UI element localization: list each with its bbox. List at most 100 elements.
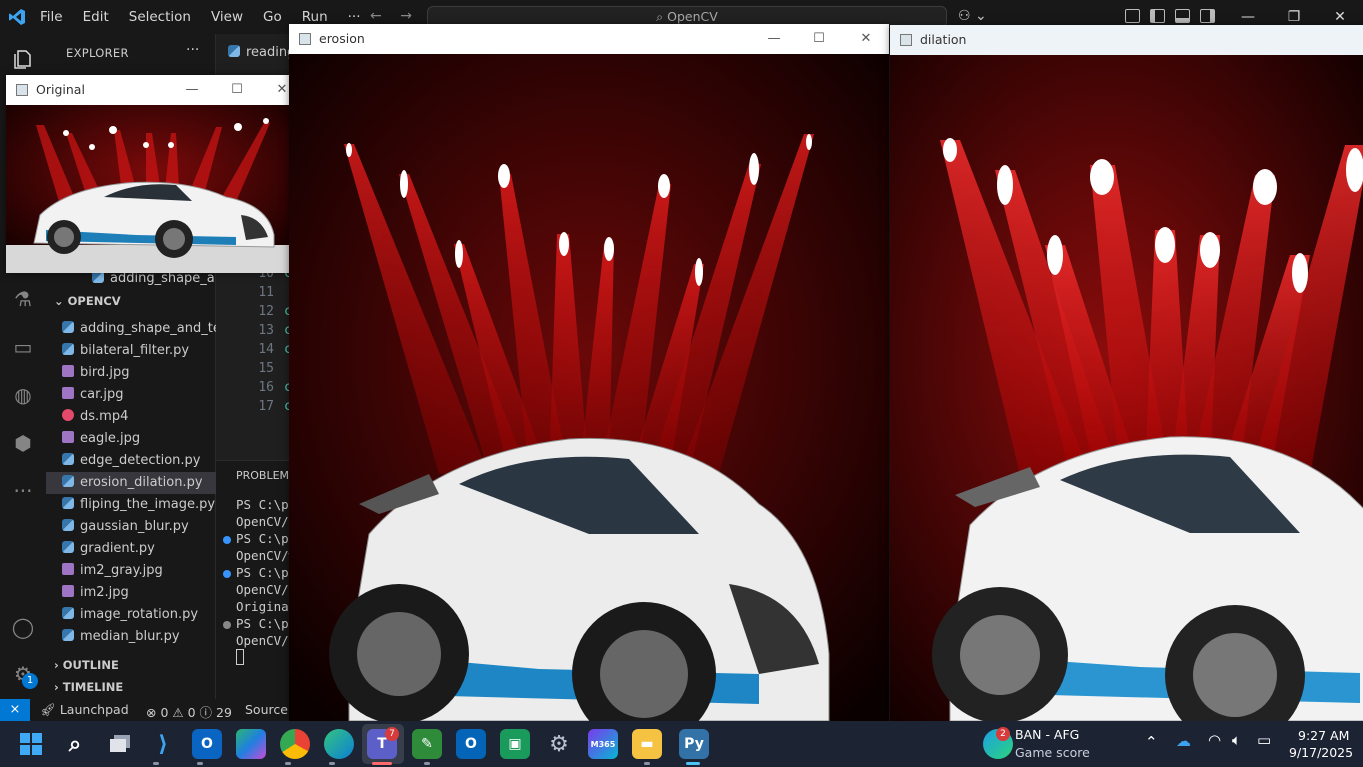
clock-time[interactable]: 9:27 AM [1298,728,1349,743]
task-view-icon[interactable] [105,729,135,759]
maximize-icon[interactable]: ☐ [225,79,249,101]
command-status-dot[interactable] [223,621,231,629]
notepad-chart-icon[interactable]: ✎ [412,729,442,759]
menu-more[interactable]: ··· [348,9,361,25]
python-file-icon [62,629,74,641]
file-label: edge_detection.py [80,453,201,468]
original-title-bar[interactable]: Original — ☐ ✕ [6,75,298,105]
dilation-image [890,55,1363,721]
original-image [6,105,298,273]
toggle-panel-icon[interactable] [1175,9,1190,23]
testing-flask-icon[interactable]: ⚗ [10,286,36,312]
menu-selection[interactable]: Selection [129,9,191,25]
file-item[interactable]: image_rotation.py [46,604,216,626]
menu-edit[interactable]: Edit [83,9,109,25]
window-dilation[interactable]: dilation [890,25,1363,721]
news-badge: 2 [996,727,1010,741]
window-original[interactable]: Original — ☐ ✕ [6,75,298,273]
more-views-icon[interactable]: ··· [10,478,36,504]
m365-icon[interactable]: M365 [588,729,618,759]
status-bar: ⨯ 🚀︎ Launchpad ⊗ 0 ⚠ 0 ⓘ 29 Sourcery [0,699,300,721]
file-item[interactable]: car.jpg [46,384,216,406]
file-item[interactable]: bilateral_filter.py [46,340,216,362]
python-icon[interactable]: Py [679,729,709,759]
settings-gear-icon[interactable]: ⚙ [544,729,574,759]
file-item[interactable]: fliping_the_image.py [46,494,216,516]
terminal-cursor [236,649,244,665]
explorer-more-button[interactable]: ··· [186,42,199,58]
file-item[interactable]: adding_shape_and_te... [46,318,216,340]
outlook-icon[interactable]: O [192,729,222,759]
windows-start-icon[interactable] [16,729,46,759]
file-item[interactable]: erosion_dilation.py [46,472,216,494]
dilation-title-bar[interactable]: dilation [890,25,1363,55]
remote-explorer-icon[interactable]: ◍ [10,382,36,408]
search-icon[interactable]: ⌕ [60,729,90,759]
edge-icon[interactable] [324,729,354,759]
copilot-icon[interactable]: ⚇ ⌄ [958,8,987,24]
maximize-icon[interactable]: ☐ [807,28,831,50]
launchpad-status[interactable]: 🚀︎ Launchpad [40,702,129,718]
file-item[interactable]: im2.jpg [46,582,216,604]
vscode-taskbar-icon[interactable]: ⟩ [148,729,178,759]
battery-icon[interactable]: ▭ [1257,731,1271,749]
clock-date[interactable]: 9/17/2025 [1289,745,1353,760]
volume-icon[interactable]: 🔈︎ [1232,731,1241,749]
settings-badge: 1 [22,673,38,689]
panel-tab-problems[interactable]: PROBLEMS [236,469,296,482]
extension-hexagon-icon[interactable]: ⬢ [10,430,36,456]
toggle-sidebar-icon[interactable] [1150,9,1165,23]
menu-run[interactable]: Run [302,9,328,25]
file-item[interactable]: bird.jpg [46,362,216,384]
remote-desktop-icon[interactable]: ▣ [500,729,530,759]
running-indicator [329,762,335,765]
accounts-icon[interactable]: ◯ [10,614,36,640]
python-file-icon [62,321,74,333]
file-item[interactable]: gradient.py [46,538,216,560]
back-arrow-icon[interactable]: ← [370,8,382,24]
onedrive-cloud-icon[interactable]: ☁ [1176,732,1191,750]
score-title[interactable]: BAN - AFG [1015,727,1079,742]
editor-tab[interactable]: reading [216,40,296,70]
outline-section[interactable]: › OUTLINE [46,654,216,676]
minimize-icon[interactable]: — [180,79,204,101]
image-file-icon [62,387,74,399]
terminal-panel: PROBLEMS PS C:\py OpenCV/r PS C:\py OpenCV/… [216,460,296,699]
explorer-icon[interactable] [10,46,36,72]
eroded-car-image [289,54,889,721]
folder-header-opencv[interactable]: ⌄ OPENCV [46,290,216,312]
chevron-up-icon[interactable]: ⌃ [1145,733,1158,751]
menu-view[interactable]: View [211,9,243,25]
window-erosion[interactable]: erosion — ☐ ✕ [289,24,889,721]
menu-file[interactable]: File [40,9,63,25]
chrome-icon[interactable] [280,729,310,759]
python-file-icon [62,541,74,553]
toggle-secondary-sidebar-icon[interactable] [1200,9,1215,23]
wifi-icon[interactable]: ◠ [1208,731,1221,749]
folder-icon[interactable]: ▭ [10,334,36,360]
timeline-section[interactable]: › TIMELINE [46,676,216,698]
file-item[interactable]: gaussian_blur.py [46,516,216,538]
erosion-title-bar[interactable]: erosion — ☐ ✕ [289,24,889,54]
problems-status[interactable]: ⊗ 0 ⚠ 0 ⓘ 29 [146,702,232,721]
forward-arrow-icon[interactable]: → [400,8,412,24]
file-item[interactable]: eagle.jpg [46,428,216,450]
minimize-icon[interactable]: — [762,28,786,50]
customize-layout-icon[interactable] [1125,9,1140,23]
close-icon[interactable]: ✕ [854,28,878,50]
file-item[interactable]: edge_detection.py [46,450,216,472]
screen: File Edit Selection View Go Run ··· ← → … [0,0,1363,767]
copilot-taskbar-icon[interactable] [236,729,266,759]
file-label: fliping_the_image.py [80,497,216,512]
command-status-dot[interactable] [223,570,231,578]
line-number: 12 [258,304,274,319]
file-item[interactable]: im2_gray.jpg [46,560,216,582]
remote-indicator-icon[interactable]: ⨯ [0,699,30,721]
file-explorer-icon[interactable]: ▬ [632,729,662,759]
file-item[interactable]: median_blur.py [46,626,216,648]
file-item[interactable]: ds.mp4 [46,406,216,428]
outlook-new-icon[interactable]: O [456,729,486,759]
menu-go[interactable]: Go [263,9,282,25]
command-status-dot[interactable] [223,536,231,544]
file-label: car.jpg [80,387,124,402]
